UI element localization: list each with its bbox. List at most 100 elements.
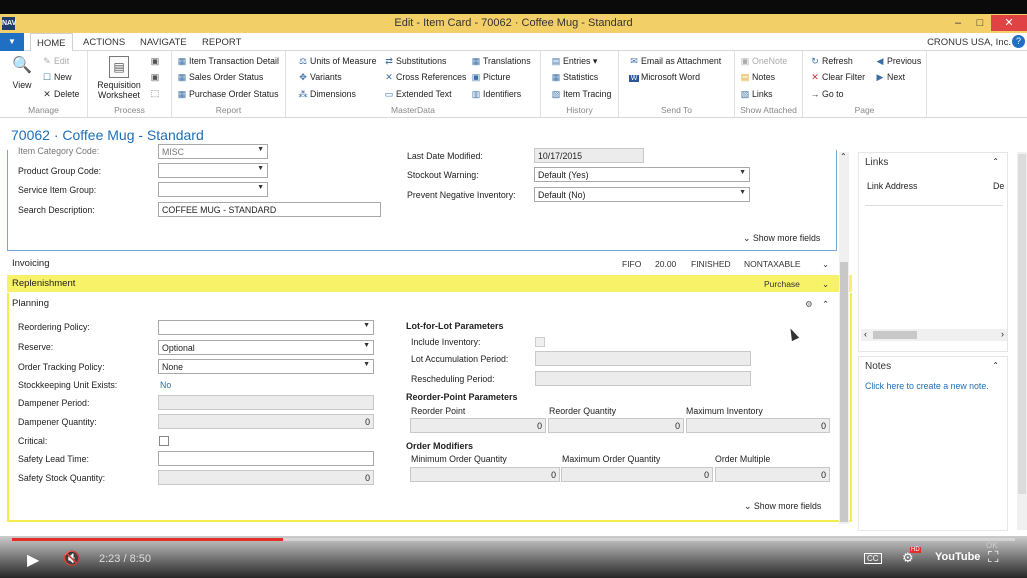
youtube-logo[interactable]: YouTube	[935, 551, 980, 563]
lot-for-lot-header: Lot-for-Lot Parameters	[406, 321, 504, 331]
sku-exists-value[interactable]: No	[160, 380, 171, 390]
order-tracking-label: Order Tracking Policy:	[18, 362, 105, 372]
microsoft-word-button[interactable]: W Microsoft Word	[629, 72, 700, 82]
play-icon[interactable]: ▶	[27, 550, 39, 570]
entries-icon: ▤	[551, 56, 561, 66]
service-group-field[interactable]: ▼	[158, 182, 268, 197]
cross-references-button[interactable]: ✕ Cross References	[384, 72, 466, 83]
page-title: 70062 · Coffee Mug - Standard	[11, 127, 204, 143]
minimum-order-label: Minimum Order Quantity	[411, 454, 507, 464]
title-bar: NAV Edit - Item Card - 70062 · Coffee Mu…	[0, 14, 1027, 33]
ribbon-group-page: ↻ Refresh ✕ Clear Filter → Go to ◀ Previous …	[803, 51, 927, 117]
factbox-scroll-thumb[interactable]	[1018, 154, 1026, 494]
statistics-button[interactable]: ▦ Statistics	[551, 72, 598, 83]
group-label-process: Process	[114, 105, 145, 115]
critical-checkbox[interactable]	[159, 436, 169, 446]
delete-button[interactable]: ✕ Delete	[42, 89, 79, 100]
picture-icon: ▣	[471, 72, 481, 82]
product-group-field[interactable]: ▼	[158, 163, 268, 178]
edit-button[interactable]: ✎ Edit	[42, 56, 69, 67]
create-note-link[interactable]: Click here to create a new note.	[865, 381, 989, 391]
item-tracing-button[interactable]: ▧ Item Tracing	[551, 89, 612, 100]
order-tracking-field[interactable]: None ▼	[158, 359, 374, 374]
tab-actions[interactable]: ACTIONS	[83, 37, 125, 48]
word-icon: W	[629, 75, 639, 82]
fullscreen-icon[interactable]: ⛶	[988, 549, 999, 566]
content-scrollbar[interactable]: ⌃	[839, 152, 849, 524]
identifiers-button[interactable]: ▥ Identifiers	[471, 89, 521, 100]
app-menu-button[interactable]: ▼	[0, 33, 24, 51]
onenote-button[interactable]: ▣ OneNote	[740, 56, 787, 67]
scroll-left-icon[interactable]: ‹	[864, 329, 867, 339]
scrollbar-thumb[interactable]	[840, 262, 848, 522]
item-transaction-detail-button[interactable]: ▦ Item Transaction Detail	[177, 56, 279, 67]
safety-stock-label: Safety Stock Quantity:	[18, 473, 106, 483]
last-modified-field: 10/17/2015	[534, 148, 644, 163]
factbox-scrollbar[interactable]	[1017, 152, 1027, 530]
magnifier-icon: 🔍	[12, 57, 32, 74]
translations-button[interactable]: ▦ Translations	[471, 56, 531, 67]
tracing-icon: ▧	[551, 89, 561, 99]
stockout-warning-field[interactable]: Default (Yes) ▼	[534, 167, 750, 182]
scroll-right-icon[interactable]: ›	[1001, 329, 1004, 339]
general-show-more-button[interactable]: ⌄ Show more fields	[743, 233, 820, 244]
links-hscrollbar[interactable]: ‹ ›	[861, 329, 1007, 341]
critical-label: Critical:	[18, 436, 48, 446]
units-of-measure-button[interactable]: ⚖ Units of Measure	[298, 56, 377, 67]
pencil-icon: ✎	[43, 56, 51, 66]
planning-show-more-button[interactable]: ⌄ Show more fields	[744, 501, 821, 512]
reserve-field[interactable]: Optional ▼	[158, 340, 374, 355]
purchase-order-status-button[interactable]: ▦ Purchase Order Status	[177, 89, 279, 100]
process-small-icon-3[interactable]: ⬚	[150, 88, 162, 99]
email-as-attachment-button[interactable]: ✉ Email as Attachment	[629, 56, 721, 67]
rescheduling-period-label: Rescheduling Period:	[411, 374, 495, 384]
refresh-button[interactable]: ↻ Refresh	[810, 56, 853, 67]
chevron-up-icon[interactable]: ⌃	[992, 157, 999, 166]
process-small-icon-2[interactable]: ▣	[150, 72, 162, 83]
links-button[interactable]: ▧ Links	[740, 89, 773, 100]
service-group-label: Service Item Group:	[18, 185, 97, 195]
scroll-up-icon[interactable]: ⌃	[840, 152, 847, 161]
go-to-button[interactable]: → Go to	[810, 89, 844, 99]
reorder-quantity-label: Reorder Quantity	[549, 406, 616, 416]
view-button[interactable]: 🔍 View	[10, 56, 34, 90]
tab-report[interactable]: REPORT	[202, 37, 241, 48]
item-category-field[interactable]: MISC ▼	[158, 144, 268, 159]
sales-order-status-button[interactable]: ▦ Sales Order Status	[177, 72, 264, 83]
dimensions-button[interactable]: ⁂ Dimensions	[298, 89, 356, 100]
product-group-label: Product Group Code:	[18, 166, 102, 176]
safety-lead-time-field[interactable]	[158, 451, 374, 466]
captions-button[interactable]: CC	[864, 553, 882, 564]
fasttab-invoicing[interactable]: Invoicing FIFO 20.00 FINISHED NONTAXABLE…	[7, 255, 840, 272]
tab-navigate[interactable]: NAVIGATE	[140, 37, 187, 48]
minimize-button[interactable]: –	[947, 15, 969, 31]
clear-filter-button[interactable]: ✕ Clear Filter	[810, 72, 865, 83]
picture-button[interactable]: ▣ Picture	[471, 72, 511, 83]
company-name[interactable]: CRONUS USA, Inc.	[927, 37, 1011, 48]
reordering-policy-field[interactable]: ▼	[158, 320, 374, 335]
settings-gear-icon[interactable]: ⚙ HD	[902, 547, 921, 566]
restore-button[interactable]: □	[969, 15, 991, 31]
help-icon[interactable]: ?	[1012, 35, 1025, 48]
prevent-negative-field[interactable]: Default (No) ▼	[534, 187, 750, 202]
next-button[interactable]: ▶ Next	[875, 72, 906, 83]
entries-button[interactable]: ▤ Entries ▾	[551, 56, 598, 67]
tab-home[interactable]: HOME	[30, 33, 73, 52]
chevron-up-icon[interactable]: ⌃	[992, 361, 999, 370]
previous-button[interactable]: ◀ Previous	[875, 56, 922, 67]
substitutions-button[interactable]: ⇄ Substitutions	[384, 56, 446, 67]
new-button[interactable]: ☐ New	[42, 72, 72, 83]
translations-icon: ▦	[471, 56, 481, 66]
extended-text-button[interactable]: ▭ Extended Text	[384, 89, 452, 100]
notes-factbox: Notes ⌃ Click here to create a new note.	[858, 356, 1008, 531]
variants-button[interactable]: ✥ Variants	[298, 72, 341, 83]
mute-icon[interactable]: 🔇	[63, 550, 80, 567]
requisition-worksheet-button[interactable]: ▤ Requisition Worksheet	[94, 56, 144, 100]
process-small-icon-1[interactable]: ▣	[150, 56, 162, 67]
hscroll-thumb[interactable]	[873, 331, 917, 339]
group-label-sendto: Send To	[660, 105, 693, 115]
fasttab-replenishment[interactable]: Replenishment Purchase ⌄	[7, 275, 852, 292]
close-button[interactable]: ✕	[991, 15, 1027, 31]
search-description-field[interactable]: COFFEE MUG - STANDARD	[158, 202, 381, 217]
notes-button[interactable]: ▤ Notes	[740, 72, 775, 83]
